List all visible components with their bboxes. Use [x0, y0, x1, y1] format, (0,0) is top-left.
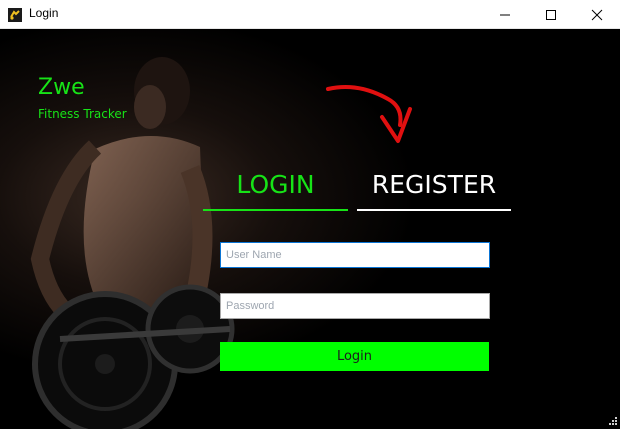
brand-name: Zwe — [38, 75, 85, 100]
title-bar: Login — [0, 0, 620, 29]
tab-login[interactable]: LOGIN — [203, 159, 348, 211]
close-icon — [591, 9, 603, 21]
minimize-button[interactable] — [482, 0, 528, 29]
window-title: Login — [29, 6, 59, 20]
tab-register[interactable]: REGISTER — [357, 159, 511, 211]
login-button[interactable]: Login — [220, 342, 489, 371]
close-button[interactable] — [574, 0, 620, 29]
password-input[interactable] — [220, 293, 490, 319]
brand-subtitle: Fitness Tracker — [38, 107, 127, 121]
dumbbell-app-icon — [8, 7, 22, 22]
maximize-button[interactable] — [528, 0, 574, 29]
resize-grip-icon[interactable] — [604, 414, 618, 428]
red-arrow-annotation-icon — [326, 85, 412, 143]
maximize-icon — [546, 10, 556, 20]
username-input[interactable] — [220, 242, 490, 268]
minimize-icon — [500, 14, 510, 16]
login-window-content: Zwe Fitness Tracker LOGIN REGISTER Login — [0, 29, 620, 429]
